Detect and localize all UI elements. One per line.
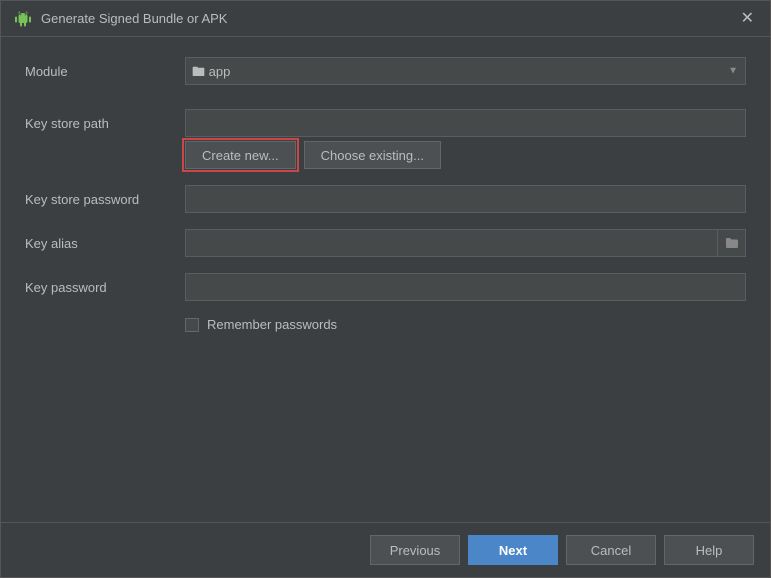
dialog-footer: Previous Next Cancel Help bbox=[1, 522, 770, 577]
module-row: Module 🖿 app ▼ bbox=[25, 57, 746, 85]
android-icon bbox=[13, 9, 33, 29]
remember-label[interactable]: Remember passwords bbox=[207, 317, 337, 332]
key-alias-wrapper bbox=[185, 229, 746, 257]
key-alias-label: Key alias bbox=[25, 236, 185, 251]
title-bar: Generate Signed Bundle or APK ✕ bbox=[1, 1, 770, 37]
key-alias-input[interactable] bbox=[185, 229, 718, 257]
title-bar-left: Generate Signed Bundle or APK bbox=[13, 9, 227, 29]
key-alias-row: Key alias bbox=[25, 229, 746, 257]
module-select[interactable]: 🖿 app bbox=[185, 57, 746, 85]
keystore-path-input[interactable] bbox=[185, 109, 746, 137]
keystore-path-label: Key store path bbox=[25, 116, 185, 131]
choose-existing-button[interactable]: Choose existing... bbox=[304, 141, 441, 169]
key-password-input[interactable] bbox=[185, 273, 746, 301]
keystore-action-buttons: Create new... Choose existing... bbox=[25, 141, 746, 169]
keystore-password-label: Key store password bbox=[25, 192, 185, 207]
key-password-label: Key password bbox=[25, 280, 185, 295]
keystore-password-input[interactable] bbox=[185, 185, 746, 213]
generate-signed-dialog: Generate Signed Bundle or APK ✕ Module 🖿… bbox=[0, 0, 771, 578]
close-button[interactable]: ✕ bbox=[737, 9, 758, 29]
key-alias-folder-button[interactable] bbox=[718, 229, 746, 257]
dialog-content: Module 🖿 app ▼ Key store path Create new… bbox=[1, 37, 770, 522]
create-new-button[interactable]: Create new... bbox=[185, 141, 296, 169]
keystore-path-row: Key store path bbox=[25, 109, 746, 137]
module-select-wrapper: 🖿 app ▼ bbox=[185, 57, 746, 85]
next-button[interactable]: Next bbox=[468, 535, 558, 565]
remember-checkbox[interactable] bbox=[185, 318, 199, 332]
cancel-button[interactable]: Cancel bbox=[566, 535, 656, 565]
previous-button[interactable]: Previous bbox=[370, 535, 460, 565]
remember-row: Remember passwords bbox=[25, 317, 746, 332]
folder-icon bbox=[725, 237, 739, 249]
keystore-password-row: Key store password bbox=[25, 185, 746, 213]
module-label: Module bbox=[25, 64, 185, 79]
key-password-row: Key password bbox=[25, 273, 746, 301]
help-button[interactable]: Help bbox=[664, 535, 754, 565]
dialog-title: Generate Signed Bundle or APK bbox=[41, 11, 227, 26]
